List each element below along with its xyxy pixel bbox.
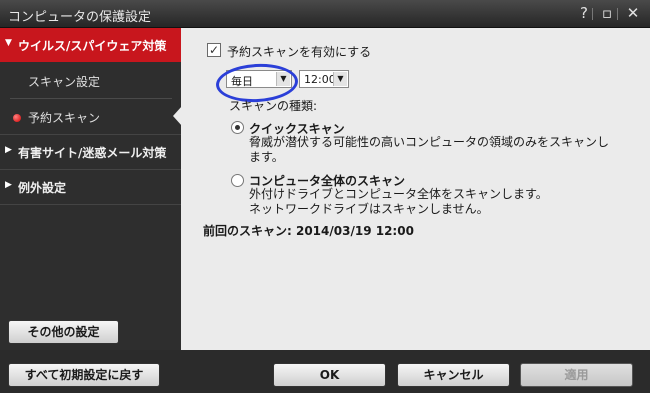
full-scan-radio[interactable]	[231, 174, 244, 187]
description-line: 外付けドライブとコンピュータ全体をスキャンします。	[249, 187, 548, 201]
title-divider	[617, 8, 618, 20]
chevron-right-icon: ▶	[5, 180, 12, 190]
quick-scan-description: 脅威が潜伏する可能性の高いコンピュータの領域のみをスキャンし ます。	[249, 135, 629, 165]
sidebar-item-label: 例外設定	[18, 181, 67, 195]
ok-button[interactable]: OK	[273, 363, 386, 387]
time-value: 12:00	[304, 73, 336, 86]
help-icon[interactable]: ?	[575, 4, 593, 22]
description-line: 脅威が潜伏する可能性の高いコンピュータの領域のみをスキャンし	[249, 135, 610, 149]
description-line: ます。	[249, 150, 284, 164]
sidebar-item-label: ウイルス/スパイウェア対策	[18, 39, 167, 53]
sidebar-item-scan-settings[interactable]: スキャン設定	[0, 64, 181, 98]
title-divider	[592, 8, 593, 20]
scan-type-heading: スキャンの種類:	[229, 99, 318, 113]
divider	[10, 98, 172, 99]
sidebar-item-label: 予約スキャン	[28, 111, 101, 125]
sidebar-item-web-spam[interactable]: ▶ 有害サイト/迷惑メール対策	[0, 135, 181, 169]
full-scan-description: 外付けドライブとコンピュータ全体をスキャンします。 ネットワークドライブはスキャ…	[249, 187, 629, 217]
sidebar-item-scheduled-scan[interactable]: 予約スキャン	[0, 100, 182, 134]
quick-scan-radio[interactable]	[231, 121, 244, 134]
reset-defaults-button[interactable]: すべて初期設定に戻す	[8, 363, 160, 387]
minimize-icon[interactable]: ▫	[598, 4, 616, 22]
chevron-down-icon: ▼	[276, 72, 290, 86]
sidebar: ▼ ウイルス/スパイウェア対策 スキャン設定 予約スキャン ▶ 有害サイト/迷惑…	[0, 28, 182, 350]
title-bar: コンピュータの保護設定 ? ▫ ✕	[0, 0, 650, 28]
description-line: ネットワークドライブはスキャンしません。	[249, 202, 489, 216]
sidebar-item-virus-spyware[interactable]: ▼ ウイルス/スパイウェア対策	[0, 28, 181, 62]
cancel-button[interactable]: キャンセル	[397, 363, 510, 387]
last-scan-text: 前回のスキャン: 2014/03/19 12:00	[203, 224, 414, 238]
frequency-select[interactable]: 毎日 ▼	[226, 70, 292, 88]
enable-schedule-label: 予約スキャンを有効にする	[227, 45, 372, 59]
sidebar-item-exceptions[interactable]: ▶ 例外設定	[0, 170, 181, 204]
divider	[0, 204, 181, 205]
sidebar-item-label: スキャン設定	[28, 75, 101, 89]
sidebar-item-label: 有害サイト/迷惑メール対策	[18, 146, 167, 160]
main-panel: ✓ 予約スキャンを有効にする 毎日 ▼ 12:00 ▼ スキャンの種類: クイッ…	[181, 28, 650, 350]
chevron-down-icon: ▼	[333, 72, 347, 86]
window-title: コンピュータの保護設定	[8, 10, 152, 25]
chevron-right-icon: ▶	[5, 145, 12, 155]
other-settings-button[interactable]: その他の設定	[8, 320, 119, 344]
selected-bullet-icon	[13, 114, 21, 122]
footer-bar: すべて初期設定に戻す OK キャンセル 適用	[0, 350, 650, 393]
chevron-down-icon: ▼	[5, 38, 12, 48]
apply-button[interactable]: 適用	[520, 363, 633, 387]
time-select[interactable]: 12:00 ▼	[299, 70, 349, 88]
close-icon[interactable]: ✕	[624, 4, 642, 22]
frequency-value: 毎日	[231, 75, 253, 88]
enable-schedule-checkbox[interactable]: ✓	[207, 43, 221, 57]
